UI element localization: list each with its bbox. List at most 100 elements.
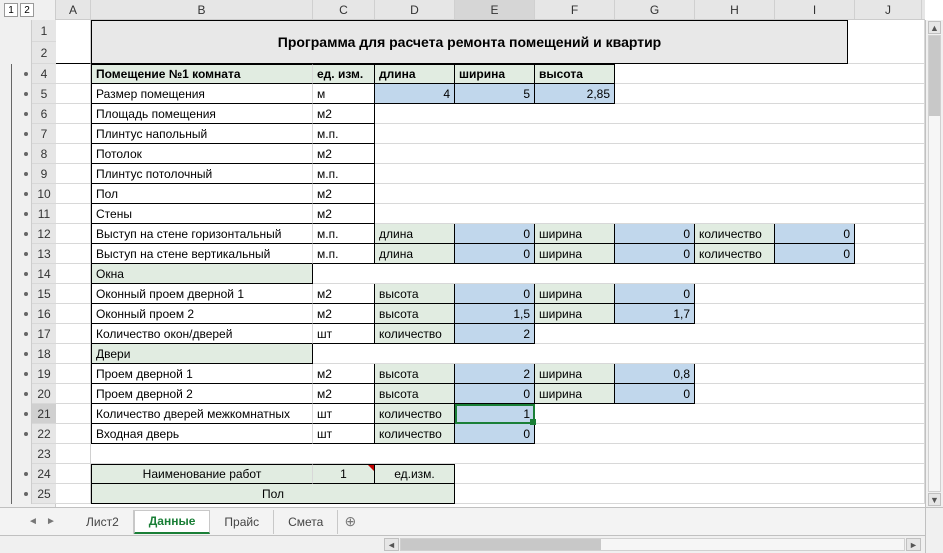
cell-i12[interactable]: 0 (775, 224, 855, 244)
outline-level-2[interactable]: 2 (20, 3, 34, 17)
cell-e13[interactable]: 0 (455, 244, 535, 264)
cell-e20[interactable]: 0 (455, 384, 535, 404)
cell-c5[interactable]: м (313, 84, 375, 104)
row-header-6[interactable]: 6 (32, 104, 56, 124)
hdr-works-n[interactable]: 1 (313, 464, 375, 484)
cell-b6[interactable]: Площадь помещения (91, 104, 313, 124)
cell-d5[interactable]: 4 (375, 84, 455, 104)
cell-c8[interactable]: м2 (313, 144, 375, 164)
cell-a19[interactable] (56, 364, 91, 384)
cell-a6[interactable] (56, 104, 91, 124)
cell-b20[interactable]: Проем дверной 2 (91, 384, 313, 404)
row-header-10[interactable]: 10 (32, 184, 56, 204)
vscroll-thumb[interactable] (929, 36, 940, 116)
cell-blank[interactable] (695, 384, 925, 404)
cell-a18[interactable] (56, 344, 91, 364)
cell-c22[interactable]: шт (313, 424, 375, 444)
cell-c9[interactable]: м.п. (313, 164, 375, 184)
row-header-16[interactable]: 16 (32, 304, 56, 324)
cell-a8[interactable] (56, 144, 91, 164)
cell-c15[interactable]: м2 (313, 284, 375, 304)
hscroll-thumb[interactable] (401, 539, 601, 550)
cell-blank[interactable] (375, 204, 925, 224)
cell-e19[interactable]: 2 (455, 364, 535, 384)
title-cell[interactable]: Программа для расчета ремонта помещений … (91, 20, 848, 64)
cell-a13[interactable] (56, 244, 91, 264)
cell-b10[interactable]: Пол (91, 184, 313, 204)
cell-b13[interactable]: Выступ на стене вертикальный (91, 244, 313, 264)
cell-e5[interactable]: 5 (455, 84, 535, 104)
cell-d20[interactable]: высота (375, 384, 455, 404)
cell-a1[interactable] (56, 20, 91, 64)
cell-g20[interactable]: 0 (615, 384, 695, 404)
sheet-tab-2[interactable]: Данные (134, 510, 211, 534)
col-header-E[interactable]: E (455, 0, 535, 19)
hdr-works[interactable]: Наименование работ (91, 464, 313, 484)
row-header-22[interactable]: 22 (32, 424, 56, 444)
hdr-width[interactable]: ширина (455, 64, 535, 84)
cell-f15[interactable]: ширина (535, 284, 615, 304)
cell-blank[interactable] (375, 184, 925, 204)
cell-a14[interactable] (56, 264, 91, 284)
row-header-13[interactable]: 13 (32, 244, 56, 264)
cell-a25[interactable] (56, 484, 91, 504)
row-header-15[interactable]: 15 (32, 284, 56, 304)
cell-g16[interactable]: 1,7 (615, 304, 695, 324)
cell-e15[interactable]: 0 (455, 284, 535, 304)
cell-blank[interactable] (855, 224, 925, 244)
cell-b17[interactable]: Количество окон/дверей (91, 324, 313, 344)
vertical-scrollbar[interactable]: ▲ ▼ (925, 20, 943, 507)
cell-blank[interactable] (615, 84, 925, 104)
row-header-17[interactable]: 17 (32, 324, 56, 344)
cell-d21[interactable]: количество (375, 404, 455, 424)
cell-blank[interactable] (615, 64, 925, 84)
cell-e22[interactable]: 0 (455, 424, 535, 444)
cell-a4[interactable] (56, 64, 91, 84)
cell-blank[interactable] (375, 104, 925, 124)
scroll-down-icon[interactable]: ▼ (928, 493, 941, 506)
cell-c13[interactable]: м.п. (313, 244, 375, 264)
col-header-G[interactable]: G (615, 0, 695, 19)
cell-blank[interactable] (375, 124, 925, 144)
cell-a23[interactable] (56, 444, 91, 464)
cell-b5[interactable]: Размер помещения (91, 84, 313, 104)
cell-blank[interactable] (375, 164, 925, 184)
cell-a17[interactable] (56, 324, 91, 344)
cell-e12[interactable]: 0 (455, 224, 535, 244)
col-header-H[interactable]: H (695, 0, 775, 19)
row-header-23[interactable]: 23 (32, 444, 56, 464)
cell-b16[interactable]: Оконный проем 2 (91, 304, 313, 324)
cell-g12[interactable]: 0 (615, 224, 695, 244)
cell-e17[interactable]: 2 (455, 324, 535, 344)
cell-blank[interactable] (535, 404, 925, 424)
cell-d22[interactable]: количество (375, 424, 455, 444)
cell-a15[interactable] (56, 284, 91, 304)
row-header-9[interactable]: 9 (32, 164, 56, 184)
col-header-F[interactable]: F (535, 0, 615, 19)
cell-a10[interactable] (56, 184, 91, 204)
cell-c17[interactable]: шт (313, 324, 375, 344)
cell-a22[interactable] (56, 424, 91, 444)
cell-a16[interactable] (56, 304, 91, 324)
cell-a20[interactable] (56, 384, 91, 404)
cell-b12[interactable]: Выступ на стене горизонтальный (91, 224, 313, 244)
cell-b19[interactable]: Проем дверной 1 (91, 364, 313, 384)
cell-blank[interactable] (848, 20, 925, 64)
row-header-25[interactable]: 25 (32, 484, 56, 504)
row-header-19[interactable]: 19 (32, 364, 56, 384)
cell-blank[interactable] (455, 484, 925, 504)
cell-g13[interactable]: 0 (615, 244, 695, 264)
cell-a12[interactable] (56, 224, 91, 244)
row-header-8[interactable]: 8 (32, 144, 56, 164)
cell-a7[interactable] (56, 124, 91, 144)
sheet-tab-1[interactable]: Лист2 (72, 510, 134, 534)
cell-h12[interactable]: количество (695, 224, 775, 244)
cell-a5[interactable] (56, 84, 91, 104)
cell-d19[interactable]: высота (375, 364, 455, 384)
col-header-A[interactable]: A (56, 0, 91, 19)
row-header-4[interactable]: 4 (32, 64, 56, 84)
tab-nav-next-icon[interactable]: ► (42, 513, 60, 531)
cell-f13[interactable]: ширина (535, 244, 615, 264)
cell-blank[interactable] (535, 324, 925, 344)
row-header-5[interactable]: 5 (32, 84, 56, 104)
